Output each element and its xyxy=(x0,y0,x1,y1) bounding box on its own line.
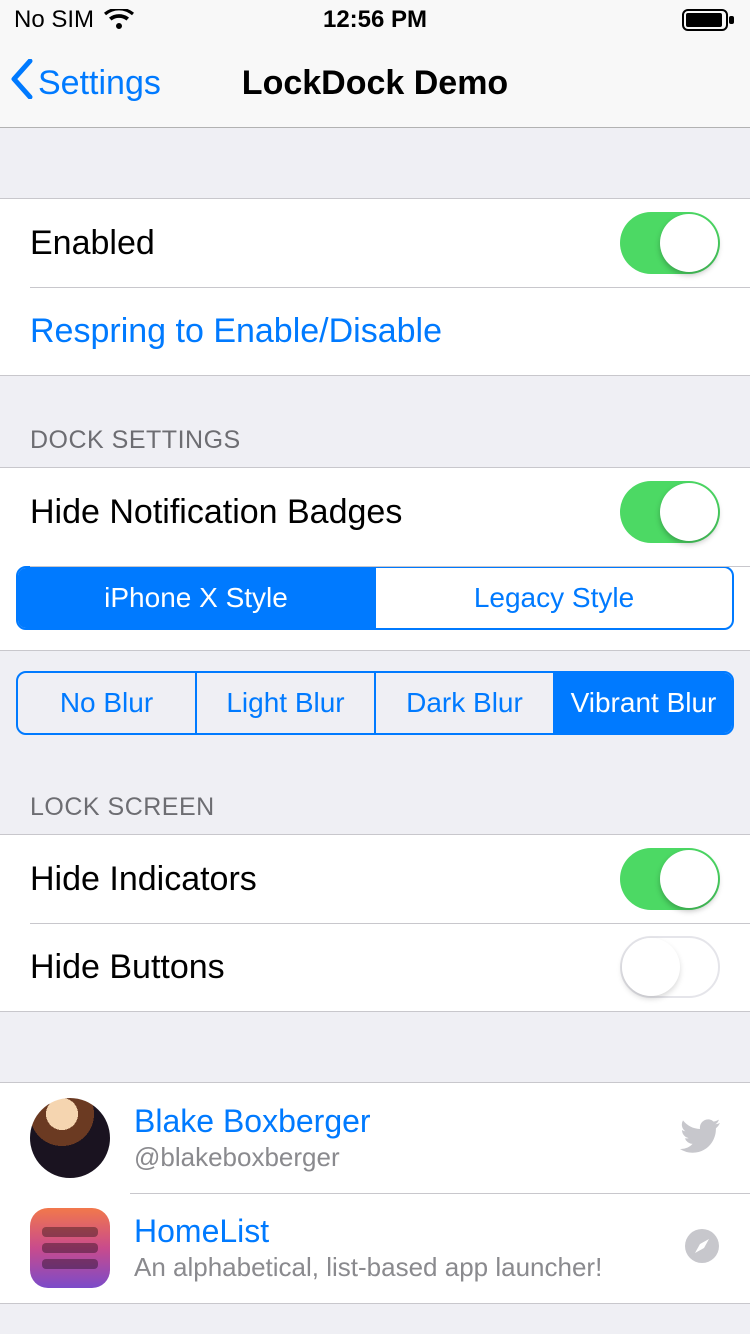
back-button[interactable]: Settings xyxy=(0,59,161,108)
clock-label: 12:56 PM xyxy=(0,6,750,34)
blur-segment-row: No Blur Light Blur Dark Blur Vibrant Blu… xyxy=(0,651,750,743)
credit-homelist[interactable]: HomeList An alphabetical, list-based app… xyxy=(0,1193,750,1303)
segment-no-blur[interactable]: No Blur xyxy=(18,673,195,733)
back-label: Settings xyxy=(38,64,161,103)
credit-homelist-sub: An alphabetical, list-based app launcher… xyxy=(134,1252,660,1283)
respring-label: Respring to Enable/Disable xyxy=(30,312,442,351)
credit-text: HomeList An alphabetical, list-based app… xyxy=(134,1213,660,1283)
credit-text: Blake Boxberger @blakeboxberger xyxy=(134,1103,656,1173)
group-general: Enabled Respring to Enable/Disable xyxy=(0,198,750,376)
status-bar: No SIM 12:56 PM xyxy=(0,0,750,40)
segment-dark-blur[interactable]: Dark Blur xyxy=(374,673,553,733)
group-dock: Hide Notification Badges iPhone X Style … xyxy=(0,467,750,651)
credit-author-sub: @blakeboxberger xyxy=(134,1142,656,1173)
spacer xyxy=(0,128,750,198)
hide-buttons-cell: Hide Buttons xyxy=(0,923,750,1011)
segment-legacy-style[interactable]: Legacy Style xyxy=(374,568,732,628)
segment-light-blur[interactable]: Light Blur xyxy=(195,673,374,733)
credit-author[interactable]: Blake Boxberger @blakeboxberger xyxy=(0,1083,750,1193)
respring-cell[interactable]: Respring to Enable/Disable xyxy=(0,287,750,375)
segment-iphone-x-style[interactable]: iPhone X Style xyxy=(18,568,374,628)
lock-screen-header: LOCK SCREEN xyxy=(0,743,750,834)
hide-badges-switch[interactable] xyxy=(620,481,720,543)
app-icon xyxy=(30,1208,110,1288)
enabled-cell: Enabled xyxy=(0,199,750,287)
hide-buttons-label: Hide Buttons xyxy=(30,948,225,987)
group-lock: Hide Indicators Hide Buttons xyxy=(0,834,750,1012)
group-credits: Blake Boxberger @blakeboxberger HomeList… xyxy=(0,1082,750,1304)
twitter-icon xyxy=(680,1119,720,1158)
credit-homelist-title: HomeList xyxy=(134,1213,660,1250)
hide-indicators-label: Hide Indicators xyxy=(30,860,257,899)
nav-bar: Settings LockDock Demo xyxy=(0,40,750,128)
dock-settings-header: DOCK SETTINGS xyxy=(0,376,750,467)
blur-segmented-control: No Blur Light Blur Dark Blur Vibrant Blu… xyxy=(16,671,734,735)
chevron-left-icon xyxy=(10,59,34,108)
spacer xyxy=(0,1012,750,1082)
credit-author-title: Blake Boxberger xyxy=(134,1103,656,1140)
hide-badges-cell: Hide Notification Badges xyxy=(0,468,750,556)
style-segment-row: iPhone X Style Legacy Style xyxy=(0,566,750,630)
hide-badges-label: Hide Notification Badges xyxy=(30,493,402,532)
style-segmented-control: iPhone X Style Legacy Style xyxy=(16,566,734,630)
enabled-label: Enabled xyxy=(30,224,155,263)
hide-indicators-cell: Hide Indicators xyxy=(0,835,750,923)
safari-icon xyxy=(684,1228,720,1269)
enabled-switch[interactable] xyxy=(620,212,720,274)
avatar-icon xyxy=(30,1098,110,1178)
hide-buttons-switch[interactable] xyxy=(620,936,720,998)
segment-vibrant-blur[interactable]: Vibrant Blur xyxy=(553,673,732,733)
hide-indicators-switch[interactable] xyxy=(620,848,720,910)
screen: No SIM 12:56 PM Settings LockDock Demo E… xyxy=(0,0,750,1334)
